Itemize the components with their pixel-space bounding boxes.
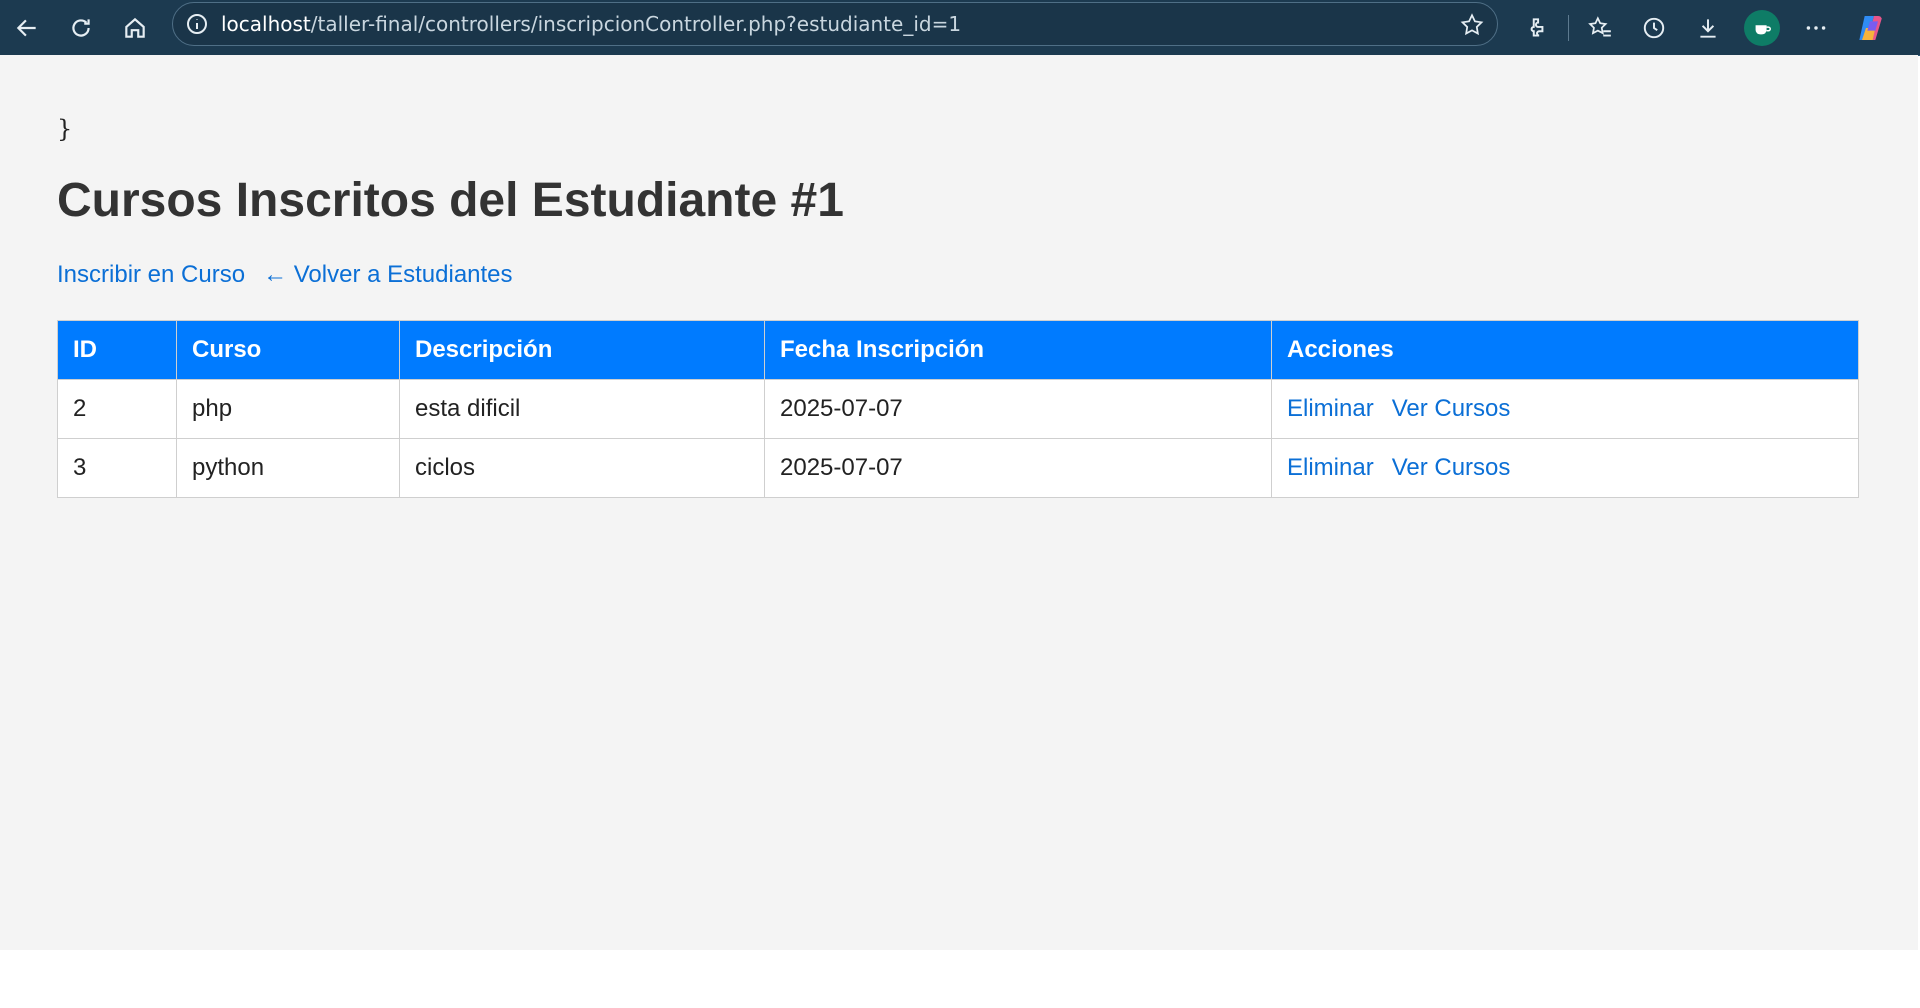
column-header-acciones: Acciones xyxy=(1271,320,1859,380)
column-header-descripcion: Descripción xyxy=(399,320,765,380)
cell-acciones: Eliminar Ver Cursos xyxy=(1271,438,1859,498)
enrollments-table: ID Curso Descripción Fecha Inscripción A… xyxy=(57,320,1859,498)
info-icon[interactable] xyxy=(185,12,209,36)
delete-link[interactable]: Eliminar xyxy=(1287,395,1374,422)
reload-button[interactable] xyxy=(54,0,108,55)
stray-text: } xyxy=(57,115,73,143)
column-header-fecha: Fecha Inscripción xyxy=(764,320,1272,380)
cell-curso: php xyxy=(176,379,400,439)
cell-id: 2 xyxy=(57,379,177,439)
page-title: Cursos Inscritos del Estudiante #1 xyxy=(57,174,844,227)
delete-link[interactable]: Eliminar xyxy=(1287,454,1374,481)
favorites-button[interactable] xyxy=(1573,0,1627,55)
history-icon xyxy=(1643,17,1665,38)
cell-acciones: Eliminar Ver Cursos xyxy=(1271,379,1859,439)
copilot-button[interactable] xyxy=(1843,0,1897,55)
view-courses-link[interactable]: Ver Cursos xyxy=(1392,395,1511,422)
avatar xyxy=(1744,9,1780,46)
url-host: localhost xyxy=(221,12,311,36)
address-bar[interactable]: localhost/taller-final/controllers/inscr… xyxy=(172,2,1498,46)
more-menu-button[interactable] xyxy=(1789,0,1843,55)
table-header-row: ID Curso Descripción Fecha Inscripción A… xyxy=(57,320,1859,380)
cell-descripcion: esta dificil xyxy=(399,379,765,439)
star-icon[interactable] xyxy=(1459,12,1485,38)
url-path: /taller-final/controllers/inscripcionCon… xyxy=(310,12,962,36)
toolbar-separator xyxy=(1568,14,1569,41)
puzzle-icon xyxy=(1530,17,1544,37)
download-icon xyxy=(1700,18,1716,38)
page-content: } Cursos Inscritos del Estudiante #1 Ins… xyxy=(0,55,1918,950)
more-dots-icon xyxy=(1806,25,1826,30)
arrow-left-icon xyxy=(16,19,36,36)
coffee-cup-icon xyxy=(1755,24,1771,34)
back-button[interactable] xyxy=(0,0,54,55)
back-to-students-link[interactable]: ← Volver a Estudiantes xyxy=(263,261,512,288)
cell-id: 3 xyxy=(57,438,177,498)
cell-descripcion: ciclos xyxy=(399,438,765,498)
view-courses-link[interactable]: Ver Cursos xyxy=(1392,454,1511,481)
cell-fecha: 2025-07-07 xyxy=(764,379,1272,439)
column-header-curso: Curso xyxy=(176,320,400,380)
table-row: 3 python ciclos 2025-07-07 Eliminar Ver C… xyxy=(57,438,1859,498)
profile-button[interactable] xyxy=(1735,0,1789,55)
toolbar-right xyxy=(1510,0,1897,55)
browser-toolbar: localhost/taller-final/controllers/inscr… xyxy=(0,0,1920,56)
home-button[interactable] xyxy=(108,0,162,55)
copilot-icon xyxy=(1859,15,1882,40)
table-row: 2 php esta dificil 2025-07-07 Eliminar Ve… xyxy=(57,379,1859,439)
enroll-link[interactable]: Inscribir en Curso xyxy=(57,261,245,288)
cell-curso: python xyxy=(176,438,400,498)
reload-icon xyxy=(72,18,90,37)
downloads-button[interactable] xyxy=(1681,0,1735,55)
favorites-icon xyxy=(1588,15,1611,37)
column-header-id: ID xyxy=(57,320,177,380)
home-icon xyxy=(125,17,145,38)
history-button[interactable] xyxy=(1627,0,1681,55)
extensions-button[interactable] xyxy=(1510,0,1564,55)
url-text[interactable]: localhost/taller-final/controllers/inscr… xyxy=(221,12,961,36)
action-links: Inscribir en Curso ← Volver a Estudiantes xyxy=(57,261,531,289)
cell-fecha: 2025-07-07 xyxy=(764,438,1272,498)
